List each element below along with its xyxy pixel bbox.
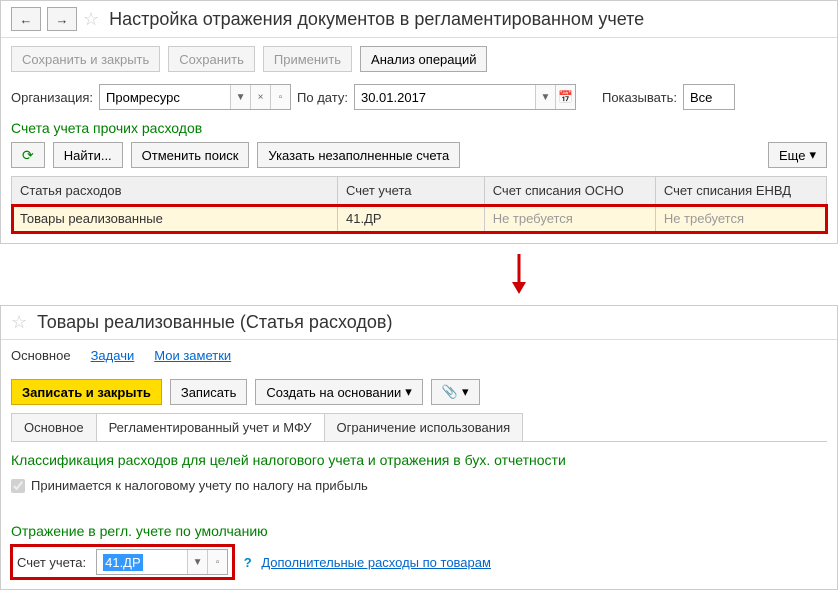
calendar-icon[interactable]: 📅 bbox=[555, 85, 575, 109]
table-toolbar: ⟳ Найти... Отменить поиск Указать незапо… bbox=[1, 142, 837, 176]
show-input-group bbox=[683, 84, 735, 110]
additional-expenses-link[interactable]: Дополнительные расходы по товарам bbox=[261, 555, 491, 570]
col-envd[interactable]: Счет списания ЕНВД bbox=[655, 177, 826, 205]
cell-osno: Не требуется bbox=[484, 205, 655, 233]
org-label: Организация: bbox=[11, 90, 93, 105]
dropdown-icon[interactable]: ▼ bbox=[230, 85, 250, 109]
col-osno[interactable]: Счет списания ОСНО bbox=[484, 177, 655, 205]
classification-title: Классификация расходов для целей налогов… bbox=[1, 442, 837, 474]
write-button[interactable]: Записать bbox=[170, 379, 248, 405]
table-row[interactable]: Товары реализованные 41.ДР Не требуется … bbox=[12, 205, 827, 233]
cancel-search-button[interactable]: Отменить поиск bbox=[131, 142, 250, 168]
back-button[interactable]: ← bbox=[11, 7, 41, 31]
nav-main[interactable]: Основное bbox=[11, 348, 71, 363]
cell-envd: Не требуется bbox=[655, 205, 826, 233]
org-input[interactable] bbox=[100, 85, 230, 109]
create-based-button[interactable]: Создать на основании ▾ bbox=[255, 379, 422, 405]
account-input-group: 41.ДР ▼ ▫ bbox=[96, 549, 228, 575]
chevron-down-icon: ▾ bbox=[405, 384, 412, 400]
nav-links: Основное Задачи Мои заметки bbox=[1, 340, 837, 371]
window-header: ← → ☆ Настройка отражения документов в р… bbox=[1, 1, 837, 38]
dropdown-icon[interactable]: ▼ bbox=[535, 85, 555, 109]
table-header-row: Статья расходов Счет учета Счет списания… bbox=[12, 177, 827, 205]
show-input[interactable] bbox=[684, 85, 734, 109]
detail-header: ☆ Товары реализованные (Статья расходов) bbox=[1, 306, 837, 340]
account-input[interactable]: 41.ДР bbox=[97, 550, 187, 574]
filter-row: Организация: ▼ × ▫ По дату: ▼ 📅 Показыва… bbox=[1, 80, 837, 114]
tax-checkbox-label: Принимается к налоговому учету по налогу… bbox=[31, 478, 368, 493]
arrow-down-icon bbox=[509, 254, 529, 294]
forward-button[interactable]: → bbox=[47, 7, 77, 31]
reflection-title: Отражение в регл. учете по умолчанию bbox=[1, 517, 837, 545]
star-icon[interactable]: ☆ bbox=[11, 312, 27, 333]
detail-tabs: Основное Регламентированный учет и МФУ О… bbox=[11, 413, 827, 442]
more-button[interactable]: Еще ▾ bbox=[768, 142, 827, 168]
fill-accounts-button[interactable]: Указать незаполненные счета bbox=[257, 142, 460, 168]
show-label: Показывать: bbox=[602, 90, 677, 105]
apply-button[interactable]: Применить bbox=[263, 46, 352, 72]
tax-checkbox[interactable] bbox=[11, 479, 25, 493]
star-icon[interactable]: ☆ bbox=[83, 9, 99, 30]
chevron-down-icon: ▾ bbox=[809, 147, 816, 163]
detail-window: ☆ Товары реализованные (Статья расходов)… bbox=[0, 305, 838, 590]
open-icon[interactable]: ▫ bbox=[270, 85, 290, 109]
attachment-icon: 📎 bbox=[442, 384, 458, 400]
write-close-button[interactable]: Записать и закрыть bbox=[11, 379, 162, 405]
dropdown-icon[interactable]: ▼ bbox=[187, 550, 207, 574]
nav-tasks[interactable]: Задачи bbox=[91, 348, 135, 363]
save-close-button[interactable]: Сохранить и закрыть bbox=[11, 46, 160, 72]
clear-icon[interactable]: × bbox=[250, 85, 270, 109]
date-input-group: ▼ 📅 bbox=[354, 84, 576, 110]
window-title: Настройка отражения документов в регламе… bbox=[109, 9, 644, 30]
section-title: Счета учета прочих расходов bbox=[1, 114, 837, 142]
accounts-table: Статья расходов Счет учета Счет списания… bbox=[11, 176, 827, 233]
help-icon[interactable]: ? bbox=[244, 555, 252, 570]
find-button[interactable]: Найти... bbox=[53, 142, 123, 168]
org-input-group: ▼ × ▫ bbox=[99, 84, 291, 110]
account-field-row: Счет учета: 41.ДР ▼ ▫ bbox=[11, 545, 234, 579]
analyze-button[interactable]: Анализ операций bbox=[360, 46, 487, 72]
cell-expense-item[interactable]: Товары реализованные bbox=[12, 205, 338, 233]
refresh-button[interactable]: ⟳ bbox=[11, 142, 45, 168]
chevron-down-icon: ▾ bbox=[462, 384, 469, 400]
tab-restrictions[interactable]: Ограничение использования bbox=[324, 413, 524, 441]
col-expense-item[interactable]: Статья расходов bbox=[12, 177, 338, 205]
detail-toolbar: Записать и закрыть Записать Создать на о… bbox=[1, 371, 837, 413]
col-account[interactable]: Счет учета bbox=[338, 177, 485, 205]
save-button[interactable]: Сохранить bbox=[168, 46, 255, 72]
tab-main[interactable]: Основное bbox=[11, 413, 97, 441]
detail-title: Товары реализованные (Статья расходов) bbox=[37, 312, 392, 333]
account-label: Счет учета: bbox=[17, 555, 86, 570]
date-label: По дату: bbox=[297, 90, 348, 105]
open-icon[interactable]: ▫ bbox=[207, 550, 227, 574]
tax-checkbox-row: Принимается к налоговому учету по налогу… bbox=[1, 474, 837, 497]
arrow-annotation bbox=[0, 244, 838, 301]
attachment-button[interactable]: 📎 ▾ bbox=[431, 379, 480, 405]
main-toolbar: Сохранить и закрыть Сохранить Применить … bbox=[1, 38, 837, 80]
date-input[interactable] bbox=[355, 85, 535, 109]
settings-window: ← → ☆ Настройка отражения документов в р… bbox=[0, 0, 838, 244]
cell-account[interactable]: 41.ДР bbox=[338, 205, 485, 233]
nav-notes[interactable]: Мои заметки bbox=[154, 348, 231, 363]
tab-reg-accounting[interactable]: Регламентированный учет и МФУ bbox=[96, 413, 325, 441]
refresh-icon: ⟳ bbox=[22, 147, 34, 164]
